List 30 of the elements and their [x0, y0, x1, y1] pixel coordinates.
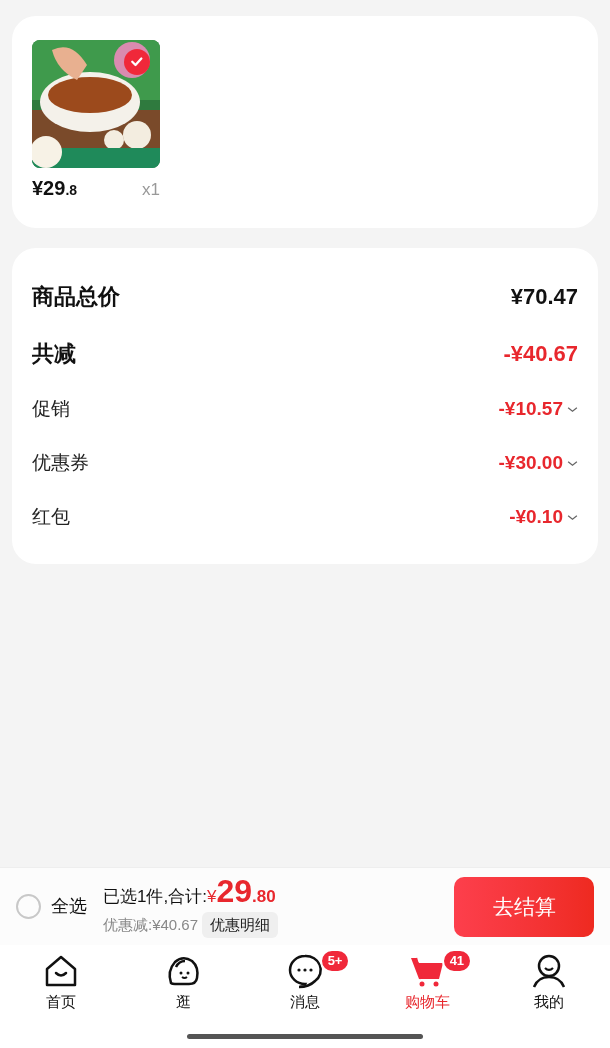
chat-bubble-icon — [287, 953, 323, 989]
summary-value: -¥0.10 — [509, 504, 563, 529]
summary-label: 促销 — [32, 396, 70, 421]
checkbox[interactable] — [16, 894, 41, 919]
tab-item[interactable]: 首页 — [0, 953, 122, 1017]
summary-label: 商品总价 — [32, 283, 120, 311]
summary-label: 优惠券 — [32, 450, 89, 475]
chevron-down-icon[interactable] — [567, 459, 578, 467]
discount-details-button[interactable]: 优惠明细 — [202, 911, 279, 938]
selected-summary: 已选1件,合计: — [103, 886, 207, 908]
tab-item[interactable]: 逛 — [122, 953, 244, 1017]
summary-value: -¥40.67 — [503, 340, 578, 368]
person-icon — [531, 953, 567, 989]
product-price: ¥29.8 — [32, 176, 78, 201]
summary-label: 共减 — [32, 340, 76, 368]
checkout-button[interactable]: 去结算 — [454, 876, 594, 937]
chevron-down-icon[interactable] — [567, 405, 578, 413]
summary-label: 红包 — [32, 504, 70, 529]
summary-value: ¥70.47 — [510, 283, 578, 311]
count-badge: 41 — [441, 949, 473, 973]
total-price: ¥29.80 — [206, 875, 276, 910]
summary-value: -¥10.57 — [498, 396, 563, 421]
tab-item[interactable]: 我的 — [488, 953, 610, 1017]
select-all-label[interactable]: 全选 — [51, 893, 87, 920]
saving-text: 优惠减:¥40.67 — [103, 914, 199, 935]
summary-value: -¥30.00 — [498, 450, 563, 475]
count-badge: 5+ — [319, 949, 351, 973]
chevron-down-icon[interactable] — [567, 513, 578, 521]
home-icon — [43, 953, 79, 989]
quantity: x1 — [142, 179, 160, 201]
